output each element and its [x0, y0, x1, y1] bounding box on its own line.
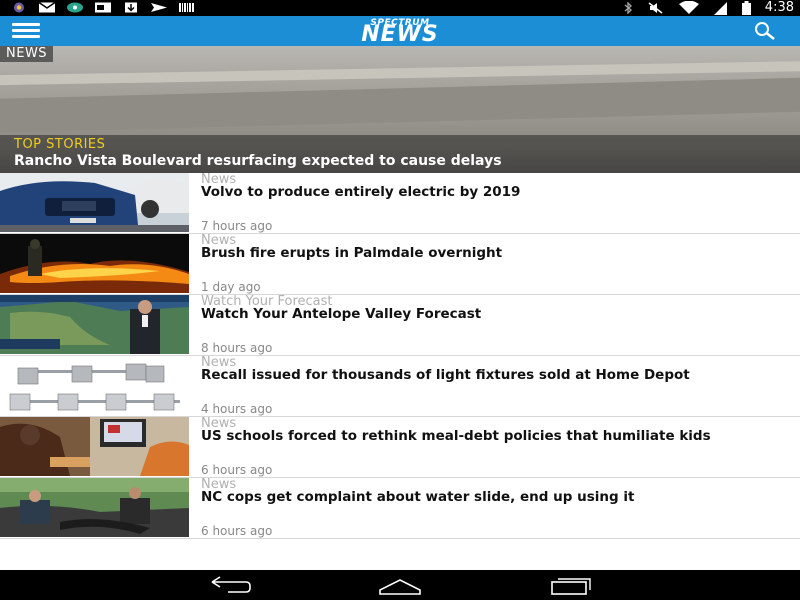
article-thumbnail-water-slide — [0, 478, 189, 537]
article-timestamp: 1 day ago — [201, 280, 261, 294]
article-title[interactable]: US schools forced to rethink meal-debt p… — [201, 429, 799, 443]
clock: 4:38 — [764, 0, 794, 15]
hero-kicker: TOP STORIES — [14, 137, 106, 152]
article-title[interactable]: NC cops get complaint about water slide,… — [201, 490, 799, 504]
mute-icon — [648, 2, 663, 14]
barcode-icon — [179, 3, 194, 12]
download-icon — [125, 2, 137, 13]
chat-icon — [67, 2, 83, 13]
app-bar: SPECTRUM NEWS — [0, 16, 800, 46]
news-icon — [95, 2, 111, 13]
system-icons: 4:38 — [622, 0, 794, 16]
bluetooth-icon — [624, 2, 632, 14]
article-timestamp: 7 hours ago — [201, 219, 273, 233]
article-timestamp: 6 hours ago — [201, 524, 273, 538]
app-icon — [14, 2, 24, 13]
notification-icons — [10, 2, 196, 13]
home-icon[interactable] — [376, 574, 424, 596]
article-timestamp: 8 hours ago — [201, 341, 273, 355]
status-bar: 4:38 — [0, 0, 800, 16]
article-thumbnail-fire — [0, 234, 189, 293]
article-list: News Volvo to produce entirely electric … — [0, 172, 800, 539]
recents-icon[interactable] — [546, 574, 594, 596]
article-thumbnail-light-fixtures — [0, 356, 189, 415]
article-item[interactable]: News Volvo to produce entirely electric … — [0, 172, 800, 234]
article-title[interactable]: Volvo to produce entirely electric by 20… — [201, 185, 799, 199]
wifi-icon — [678, 1, 699, 14]
logo-big-text: NEWS — [361, 22, 439, 47]
article-thumbnail-car — [0, 173, 189, 232]
article-thumbnail-school-lunch — [0, 417, 189, 476]
article-item[interactable]: News US schools forced to rethink meal-d… — [0, 416, 800, 478]
spectrum-news-logo: SPECTRUM NEWS — [336, 18, 464, 46]
article-thumbnail-forecast — [0, 295, 189, 354]
article-timestamp: 4 hours ago — [201, 402, 273, 416]
top-story-hero[interactable]: NEWS TOP STORIES Rancho Vista Boulevard … — [0, 46, 800, 173]
article-item[interactable]: Watch Your Forecast Watch Your Antelope … — [0, 294, 800, 356]
hero-category-badge: NEWS — [0, 46, 54, 62]
article-timestamp: 6 hours ago — [201, 463, 273, 477]
back-icon[interactable] — [206, 574, 254, 596]
article-item[interactable]: News Brush fire erupts in Palmdale overn… — [0, 233, 800, 295]
hero-title[interactable]: Rancho Vista Boulevard resurfacing expec… — [14, 153, 502, 169]
battery-icon — [741, 1, 751, 15]
signal-icon — [713, 1, 727, 15]
article-item[interactable]: News NC cops get complaint about water s… — [0, 477, 800, 539]
hamburger-menu-icon[interactable] — [12, 23, 40, 39]
system-nav-bar — [0, 570, 800, 600]
mail-send-icon — [151, 3, 167, 12]
article-title[interactable]: Brush fire erupts in Palmdale overnight — [201, 246, 799, 260]
search-icon[interactable] — [752, 21, 780, 41]
article-title[interactable]: Watch Your Antelope Valley Forecast — [201, 307, 799, 321]
hero-caption: TOP STORIES Rancho Vista Boulevard resur… — [0, 135, 800, 173]
article-title[interactable]: Recall issued for thousands of light fix… — [201, 368, 799, 382]
article-item[interactable]: News Recall issued for thousands of ligh… — [0, 355, 800, 417]
gmail-icon — [38, 2, 56, 13]
